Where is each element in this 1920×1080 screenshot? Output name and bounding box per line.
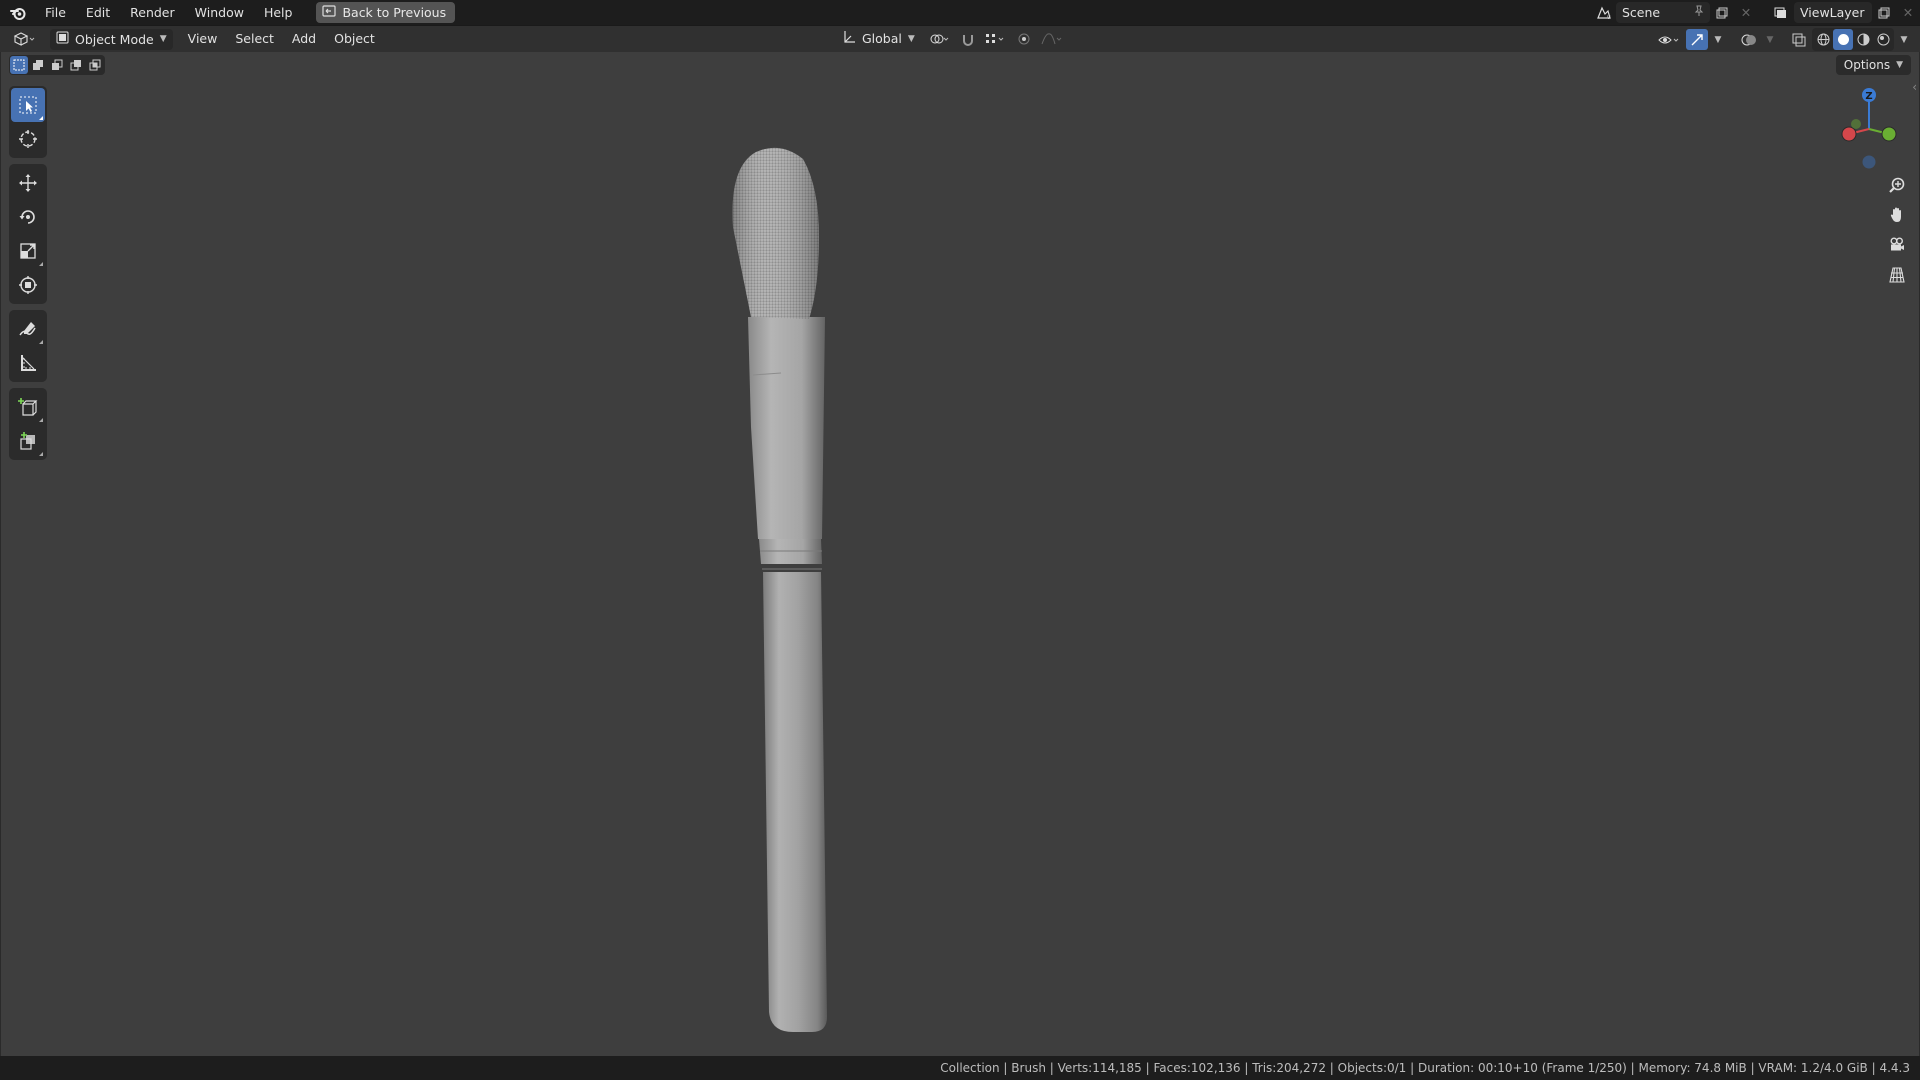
measure-tool-icon[interactable] <box>11 346 45 380</box>
select-box-tool-icon[interactable] <box>11 88 45 122</box>
gizmo-options-chevron-icon[interactable]: ▼ <box>1710 29 1726 50</box>
menu-help[interactable]: Help <box>254 2 303 24</box>
menu-object[interactable]: Object <box>325 28 384 50</box>
add-object-tool-icon[interactable] <box>11 424 45 458</box>
screen-back-icon <box>322 5 337 20</box>
shading-solid-icon[interactable] <box>1833 29 1853 50</box>
makeup-brush-model[interactable] <box>701 107 861 1037</box>
back-to-previous-label: Back to Previous <box>342 5 447 20</box>
select-subtract-icon[interactable] <box>48 56 66 74</box>
select-extend-icon[interactable] <box>29 56 47 74</box>
transform-orientation-dropdown[interactable]: Global ▼ <box>836 28 921 49</box>
editor-type-icon[interactable] <box>4 29 44 50</box>
neg-z-axis-handle <box>1862 155 1876 169</box>
scene-selector-icon[interactable]: v <box>1592 2 1616 23</box>
shading-material-icon[interactable] <box>1853 29 1873 50</box>
falloff-icon[interactable] <box>1039 28 1065 49</box>
mode-dropdown[interactable]: Object Mode ▼ <box>50 28 173 50</box>
sidebar-toggle-icon[interactable]: ‹ <box>1912 80 1917 94</box>
z-axis-label: Z <box>1865 91 1872 102</box>
gizmo-toggle-icon[interactable] <box>1686 29 1708 50</box>
delete-view-layer-icon[interactable]: ✕ <box>1896 2 1920 23</box>
new-view-layer-icon[interactable] <box>1872 2 1896 23</box>
visibility-icon[interactable] <box>1654 29 1684 50</box>
chevron-down-icon: ▼ <box>159 34 167 44</box>
orientation-label: Global <box>862 31 902 46</box>
brush-handle <box>763 572 827 1032</box>
navigation-buttons <box>1882 170 1914 290</box>
add-cube-tool-icon[interactable] <box>11 390 45 424</box>
select-invert-icon[interactable] <box>67 56 85 74</box>
viewport-header: Object Mode ▼ View Select Add Object Glo… <box>0 25 1920 52</box>
shading-rendered-icon[interactable] <box>1873 29 1893 50</box>
chevron-down-icon: ▼ <box>907 33 915 44</box>
3d-viewport[interactable]: Options ▼ ‹ Z <box>0 52 1920 1056</box>
scale-tool-icon[interactable] <box>11 234 45 268</box>
selection-mode-buttons <box>9 55 105 75</box>
status-bar: Collection | Brush | Verts:114,185 | Fac… <box>0 1056 1920 1080</box>
menu-render[interactable]: Render <box>120 2 185 24</box>
rotate-tool-icon[interactable] <box>11 200 45 234</box>
menu-file[interactable]: File <box>35 2 76 24</box>
navigation-gizmo[interactable]: Z <box>1827 84 1907 174</box>
zoom-icon[interactable] <box>1882 170 1912 200</box>
view-layer-name: ViewLayer <box>1800 5 1865 20</box>
options-label: Options <box>1843 58 1891 72</box>
tool-shelf <box>9 86 47 466</box>
pan-hand-icon[interactable] <box>1882 200 1912 230</box>
orientation-icon <box>842 30 856 47</box>
back-to-previous-button[interactable]: Back to Previous <box>316 2 456 23</box>
scene-name-field[interactable]: Scene <box>1616 2 1710 23</box>
transform-tool-icon[interactable] <box>11 268 45 302</box>
view-layer-selector-icon[interactable] <box>1770 2 1794 23</box>
menu-view[interactable]: View <box>179 28 227 50</box>
select-new-icon[interactable] <box>10 56 28 74</box>
perspective-toggle-icon[interactable] <box>1882 260 1912 290</box>
delete-scene-icon[interactable]: ✕ <box>1734 2 1758 23</box>
menu-select[interactable]: Select <box>226 28 283 50</box>
proportional-editing-icon[interactable] <box>1013 28 1035 49</box>
overlays-icon[interactable] <box>1738 29 1760 50</box>
mode-label: Object Mode <box>75 31 154 47</box>
pivot-point-icon[interactable] <box>925 28 955 49</box>
cursor-tool-icon[interactable] <box>11 122 45 156</box>
xray-toggle-icon[interactable] <box>1788 29 1810 50</box>
y-axis-handle <box>1881 126 1897 142</box>
options-dropdown[interactable]: Options ▼ <box>1835 55 1911 75</box>
overlays-chevron-icon[interactable]: ▼ <box>1762 29 1778 50</box>
snap-target-icon[interactable] <box>981 28 1009 49</box>
move-tool-icon[interactable] <box>11 166 45 200</box>
top-menu-bar: File Edit Render Window Help Back to Pre… <box>0 0 1920 25</box>
x-axis-handle <box>1841 126 1857 142</box>
chevron-down-icon: ▼ <box>1896 60 1903 70</box>
menu-add[interactable]: Add <box>283 28 325 50</box>
view-layer-field[interactable]: ViewLayer <box>1794 2 1872 23</box>
menu-window[interactable]: Window <box>185 2 254 24</box>
svg-text:v: v <box>1607 14 1611 20</box>
shading-chevron-icon[interactable]: ▼ <box>1896 29 1912 50</box>
scene-statistics: Collection | Brush | Verts:114,185 | Fac… <box>940 1061 1910 1075</box>
blender-logo-icon[interactable] <box>7 2 29 24</box>
new-scene-icon[interactable] <box>1710 2 1734 23</box>
brush-ferrule <box>748 317 825 539</box>
snap-toggle-icon[interactable] <box>959 28 977 49</box>
select-intersect-icon[interactable] <box>86 56 104 74</box>
scene-name: Scene <box>1622 5 1661 20</box>
camera-view-icon[interactable] <box>1882 230 1912 260</box>
annotate-tool-icon[interactable] <box>11 312 45 346</box>
object-mode-icon <box>56 31 69 47</box>
pin-icon[interactable] <box>1694 5 1704 20</box>
menu-edit[interactable]: Edit <box>76 2 120 24</box>
shading-wireframe-icon[interactable] <box>1813 29 1833 50</box>
neg-y-axis-handle <box>1851 119 1861 129</box>
